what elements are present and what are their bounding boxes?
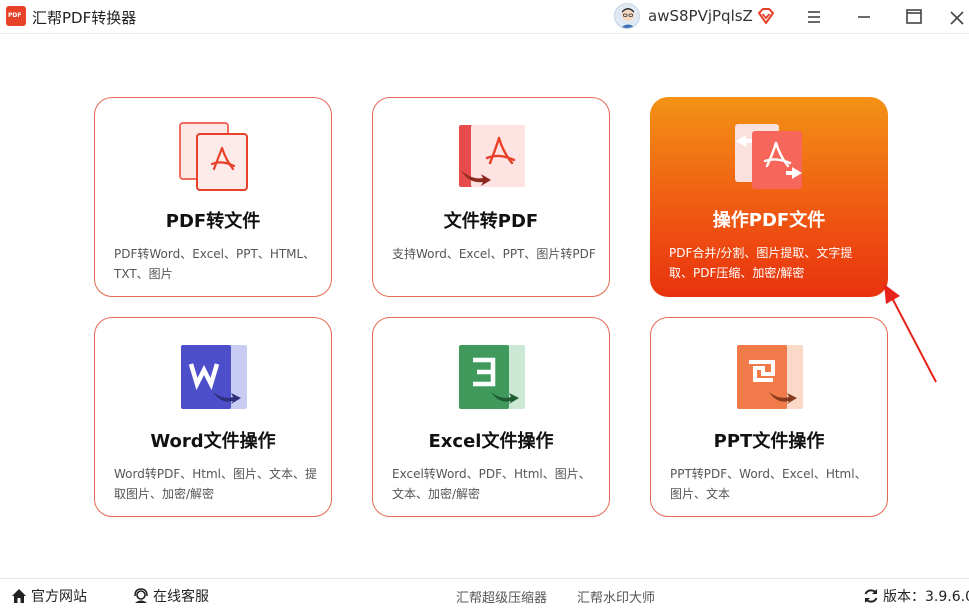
card-title: 操作PDF文件 (712, 210, 826, 231)
title-bar: PDF 汇帮PDF转换器 awS8PVjPqlsZ (0, 0, 969, 34)
app-title: 汇帮PDF转换器 (32, 9, 137, 27)
home-icon (12, 589, 26, 603)
user-avatar[interactable] (614, 3, 640, 29)
annotation-arrow-icon (880, 282, 942, 386)
watermark-link[interactable]: 汇帮水印大师 (577, 587, 656, 606)
compressor-link[interactable]: 汇帮超级压缩器 (456, 587, 548, 606)
maximize-icon[interactable] (902, 5, 926, 29)
card-title: 文件转PDF (443, 211, 539, 232)
official-site-link[interactable]: 官方网站 (10, 587, 87, 605)
app-logo-text: PDF (8, 12, 22, 19)
card-excel[interactable]: Excel文件操作 Excel转Word、PDF、Html、图片、文本、加密/解… (372, 317, 610, 517)
card-pdf-to-file[interactable]: PDF转文件 PDF转Word、Excel、PPT、HTML、TXT、图片 (94, 97, 332, 297)
card-pdf-operate[interactable]: 操作PDF文件 PDF合并/分割、图片提取、文字提取、PDF压缩、加密/解密 (650, 97, 888, 297)
pdf-to-file-icon (179, 122, 249, 192)
footer-bar: 官方网站 在线客服 汇帮超级压缩器 汇帮水印大师 版本：3.9.6.0 (0, 578, 969, 611)
vip-diamond-icon[interactable] (756, 6, 776, 26)
card-description: PPT转PDF、Word、Excel、Html、图片、文本 (670, 467, 867, 501)
card-title: Excel文件操作 (428, 431, 554, 452)
app-logo-icon: PDF (6, 6, 26, 26)
online-service-link[interactable]: 在线客服 (132, 587, 209, 605)
minimize-icon[interactable] (852, 5, 876, 29)
close-icon[interactable] (948, 5, 969, 29)
card-title: PPT文件操作 (713, 431, 825, 452)
card-title: Word文件操作 (150, 431, 276, 452)
card-description: 支持Word、Excel、PPT、图片转PDF (392, 247, 596, 261)
excel-icon (457, 342, 527, 412)
card-description: PDF转Word、Excel、PPT、HTML、TXT、图片 (114, 247, 316, 281)
username[interactable]: awS8PVjPqlsZ (648, 7, 753, 25)
menu-icon[interactable] (802, 5, 826, 29)
version-label: 版本：3.9.6.0 (883, 589, 969, 605)
refresh-icon (864, 589, 878, 603)
online-service-label: 在线客服 (153, 589, 209, 605)
card-description: PDF合并/分割、图片提取、文字提取、PDF压缩、加密/解密 (669, 246, 853, 280)
compressor-label: 汇帮超级压缩器 (456, 590, 548, 606)
card-description: Word转PDF、Html、图片、文本、提取图片、加密/解密 (114, 467, 317, 501)
file-to-pdf-icon (457, 122, 527, 192)
card-description: Excel转Word、PDF、Html、图片、文本、加密/解密 (392, 467, 591, 501)
card-ppt[interactable]: PPT文件操作 PPT转PDF、Word、Excel、Html、图片、文本 (650, 317, 888, 517)
card-title: PDF转文件 (165, 211, 261, 232)
card-file-to-pdf[interactable]: 文件转PDF 支持Word、Excel、PPT、图片转PDF (372, 97, 610, 297)
official-site-label: 官方网站 (31, 589, 87, 605)
watermark-label: 汇帮水印大师 (577, 590, 656, 606)
version-info[interactable]: 版本：3.9.6.0 (862, 587, 969, 605)
headset-icon (134, 588, 148, 603)
ppt-icon (735, 342, 805, 412)
card-word[interactable]: Word文件操作 Word转PDF、Html、图片、文本、提取图片、加密/解密 (94, 317, 332, 517)
word-icon (179, 342, 249, 412)
pdf-operate-icon (734, 121, 804, 191)
